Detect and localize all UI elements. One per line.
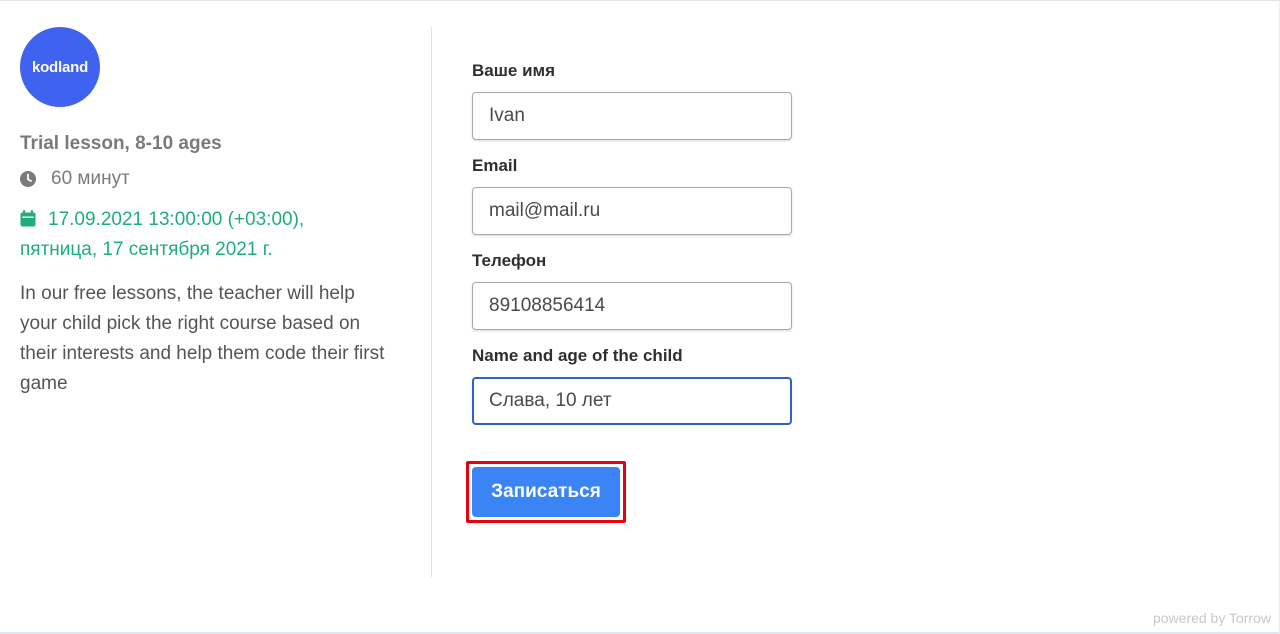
kodland-logo: kodland bbox=[20, 27, 100, 107]
child-label: Name and age of the child bbox=[472, 346, 683, 365]
panel-divider bbox=[431, 27, 432, 577]
date-row: 17.09.2021 13:00:00 (+03:00), пятница, 1… bbox=[20, 205, 400, 265]
submit-button[interactable]: Записаться bbox=[472, 467, 620, 517]
phone-label: Телефон bbox=[472, 251, 547, 270]
booking-form: Ваше имя Email Телефон Name and age of t… bbox=[472, 59, 792, 439]
phone-field: Телефон bbox=[472, 249, 792, 330]
phone-input[interactable] bbox=[472, 282, 792, 330]
duration-text: 60 минут bbox=[51, 168, 130, 189]
child-field: Name and age of the child bbox=[472, 344, 792, 425]
clock-icon bbox=[20, 171, 36, 187]
event-info-panel: kodland Trial lesson, 8-10 ages 60 минут… bbox=[20, 27, 400, 399]
child-input[interactable] bbox=[472, 377, 792, 425]
event-weekday-date: пятница, 17 сентября 2021 г. bbox=[20, 239, 273, 260]
name-field: Ваше имя bbox=[472, 59, 792, 140]
email-input[interactable] bbox=[472, 187, 792, 235]
name-input[interactable] bbox=[472, 92, 792, 140]
booking-widget: kodland Trial lesson, 8-10 ages 60 минут… bbox=[0, 0, 1280, 634]
powered-by-text: powered by Torrow bbox=[1152, 610, 1271, 626]
event-datetime: 17.09.2021 13:00:00 (+03:00), bbox=[48, 209, 305, 230]
calendar-icon bbox=[20, 210, 36, 227]
email-field: Email bbox=[472, 154, 792, 235]
email-label: Email bbox=[472, 156, 518, 175]
event-title: Trial lesson, 8-10 ages bbox=[20, 133, 222, 154]
submit-highlight: Записаться bbox=[466, 461, 626, 523]
logo-text: kodland bbox=[31, 58, 89, 76]
name-label: Ваше имя bbox=[472, 61, 556, 80]
duration-row: 60 минут bbox=[20, 167, 400, 191]
event-description: In our free lessons, the teacher will he… bbox=[20, 283, 385, 394]
